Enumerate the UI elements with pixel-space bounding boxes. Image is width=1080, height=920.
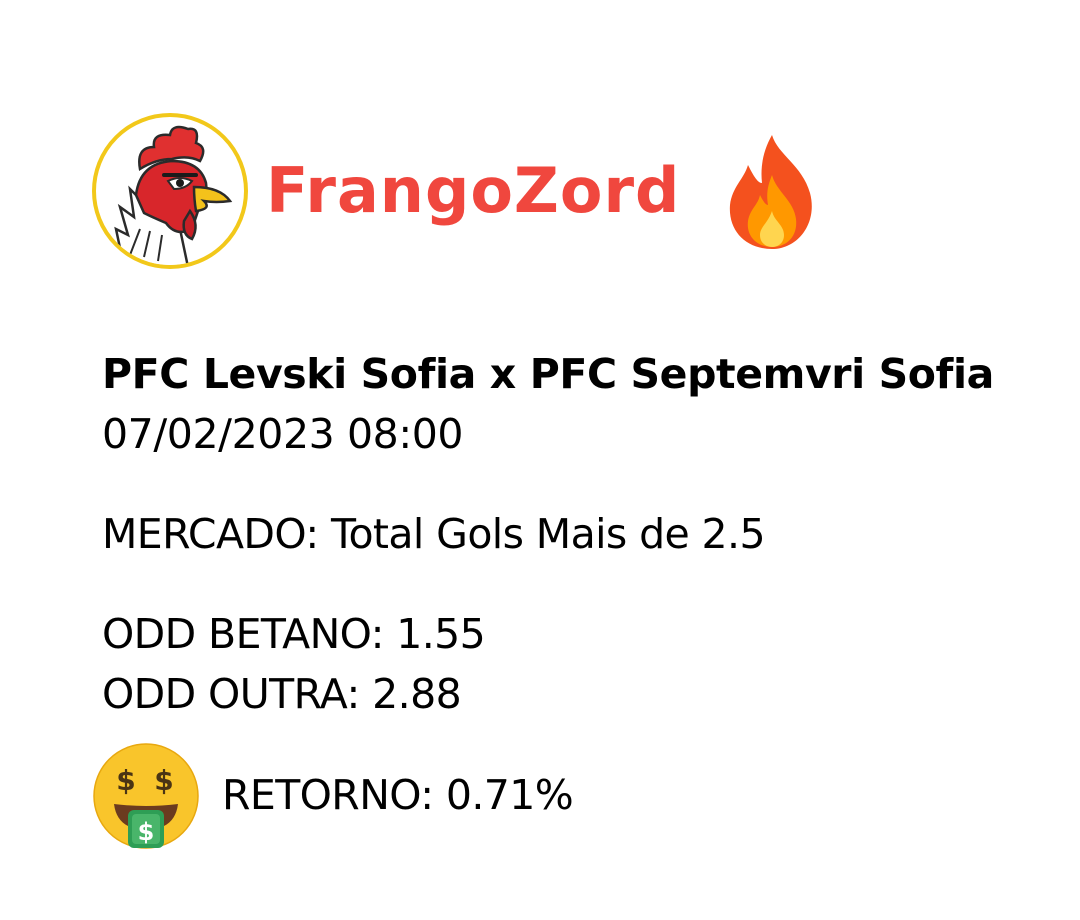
fire-icon bbox=[726, 131, 818, 251]
return-row: $ $ $ RETORNO: 0.71% bbox=[92, 742, 574, 850]
svg-text:$: $ bbox=[116, 764, 135, 797]
svg-text:$: $ bbox=[138, 818, 155, 846]
svg-text:$: $ bbox=[154, 764, 173, 797]
bet-card: FrangoZord PFC Levski Sofia x PFC Septem… bbox=[0, 0, 1080, 920]
brand-header: FrangoZord bbox=[92, 110, 818, 272]
odd-outra-line: ODD OUTRA: 2.88 bbox=[102, 670, 462, 718]
return-line: RETORNO: 0.71% bbox=[222, 771, 574, 820]
match-title: PFC Levski Sofia x PFC Septemvri Sofia bbox=[102, 350, 994, 398]
brand-name: FrangoZord bbox=[266, 154, 681, 227]
odd-betano-line: ODD BETANO: 1.55 bbox=[102, 610, 486, 658]
rooster-icon bbox=[92, 113, 248, 269]
market-line: MERCADO: Total Gols Mais de 2.5 bbox=[102, 510, 766, 558]
match-datetime: 07/02/2023 08:00 bbox=[102, 410, 464, 458]
money-mouth-face-icon: $ $ $ bbox=[92, 742, 200, 850]
